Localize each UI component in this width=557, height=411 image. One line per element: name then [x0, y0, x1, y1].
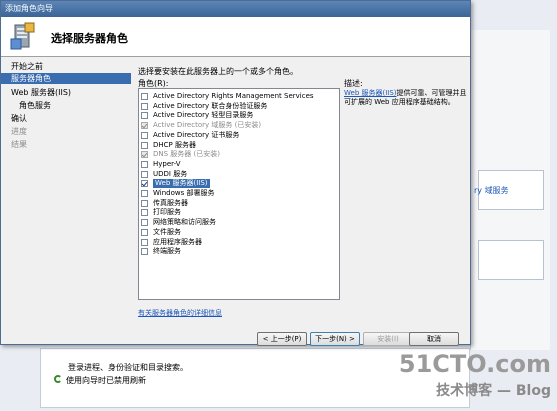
role-item[interactable]: Windows 部署服务 [141, 189, 214, 198]
refresh-icon [54, 375, 62, 383]
role-checkbox[interactable] [141, 248, 148, 256]
add-roles-wizard: 添加角色向导 选择服务器角色 开始之前 服务器角色 Web 服务器(IIS) 角色服务… [0, 0, 471, 346]
role-checkbox[interactable] [141, 180, 148, 188]
role-label: 打印服务 [153, 208, 181, 217]
wizard-header: 选择服务器角色 [1, 17, 470, 57]
nav-item-0[interactable]: 开始之前 [1, 61, 131, 72]
role-item[interactable]: Active Directory 域服务 (已安装) [141, 121, 261, 130]
instruction-text: 选择要安装在此服务器上的一个或多个角色。 [138, 67, 298, 76]
nav-item-5[interactable]: 进度 [1, 126, 131, 137]
role-checkbox [141, 151, 148, 159]
role-label: Active Directory 轻型目录服务 [153, 111, 254, 120]
role-checkbox[interactable] [141, 190, 148, 197]
role-label: Active Directory Rights Management Servi… [153, 92, 314, 100]
description-role-link[interactable]: Web 服务器(IIS) [344, 89, 397, 97]
role-label: DNS 服务器 (已安装) [153, 150, 220, 159]
role-checkbox[interactable] [141, 228, 148, 236]
description-title: 描述: [344, 79, 363, 88]
background-role-link[interactable]: ry 域服务 [474, 185, 509, 196]
install-button[interactable]: 安装(I) [363, 332, 413, 346]
nav-item-2[interactable]: Web 服务器(IIS) [1, 87, 131, 98]
role-label: Active Directory 联合身份验证服务 [153, 101, 268, 110]
role-label: 应用程序服务器 [153, 237, 202, 246]
role-label: 终端服务 [153, 247, 181, 256]
nav-item-6[interactable]: 结果 [1, 139, 131, 150]
role-label: 文件服务 [153, 227, 181, 236]
role-checkbox[interactable] [141, 219, 148, 227]
role-label: Hyper-V [153, 159, 181, 168]
role-checkbox[interactable] [141, 209, 148, 217]
role-label: Windows 部署服务 [153, 189, 215, 197]
screenshot: ry 域服务 登录进程、身份验证和目录搜索。 使用向导时已禁用刷新 51CTO.… [0, 0, 557, 411]
background-panel-box-2 [478, 240, 544, 280]
role-label: Active Directory 证书服务 [153, 130, 240, 139]
role-checkbox[interactable] [141, 141, 148, 149]
role-checkbox [141, 122, 148, 130]
role-item[interactable]: DNS 服务器 (已安装) [141, 150, 220, 159]
wizard-nav: 开始之前 服务器角色 Web 服务器(IIS) 角色服务确认进度结果 [1, 58, 131, 344]
role-label: UDDI 服务 [153, 169, 188, 178]
role-label: Web 服务器(IIS) [153, 179, 210, 189]
role-item[interactable]: 终端服务 [141, 247, 181, 256]
role-item[interactable]: 打印服务 [141, 208, 181, 217]
role-item[interactable]: Active Directory 轻型目录服务 [141, 111, 253, 120]
role-item[interactable]: 文件服务 [141, 228, 181, 237]
page-title: 选择服务器角色 [51, 32, 128, 45]
description-text: Web 服务器(IIS)提供可靠、可管理并且可扩展的 Web 应用程序基础结构。 [344, 89, 468, 107]
wizard-titlebar[interactable]: 添加角色向导 [1, 1, 470, 17]
nav-item-4[interactable]: 确认 [1, 113, 131, 124]
role-item[interactable]: Active Directory 联合身份验证服务 [141, 102, 267, 111]
server-roles-icon [10, 22, 35, 50]
roles-list[interactable]: Active Directory Rights Management Servi… [138, 88, 340, 300]
role-checkbox[interactable] [141, 93, 148, 100]
role-item[interactable]: Active Directory 证书服务 [141, 131, 239, 140]
role-label: 传真服务器 [153, 198, 188, 207]
role-checkbox[interactable] [141, 160, 148, 168]
background-description-text: 登录进程、身份验证和目录搜索。 [68, 363, 188, 372]
watermark-logo: 51CTO.com [398, 350, 551, 378]
role-item[interactable]: DHCP 服务器 [141, 141, 196, 150]
role-checkbox[interactable] [141, 102, 148, 110]
wizard-buttons: < 上一步(P) 下一步(N) > 安装(I) 取消 [1, 330, 470, 346]
role-item[interactable]: Active Directory Rights Management Servi… [141, 92, 314, 101]
role-item[interactable]: 应用程序服务器 [141, 238, 202, 247]
nav-item-1[interactable]: 服务器角色 [1, 73, 131, 84]
nav-item-3[interactable]: 角色服务 [1, 100, 131, 111]
wizard-content: 选择要安装在此服务器上的一个或多个角色。 角色(R): Active Direc… [132, 58, 470, 330]
role-checkbox[interactable] [141, 170, 148, 178]
role-checkbox[interactable] [141, 112, 148, 120]
next-button[interactable]: 下一步(N) > [310, 332, 360, 346]
role-checkbox[interactable] [141, 199, 148, 207]
role-item[interactable]: 传真服务器 [141, 199, 188, 208]
refresh-disabled-text: 使用向导时已禁用刷新 [66, 376, 146, 385]
role-item[interactable]: UDDI 服务 [141, 170, 187, 179]
role-item[interactable]: Hyper-V [141, 160, 181, 169]
back-button[interactable]: < 上一步(P) [257, 332, 307, 346]
role-label: DHCP 服务器 [153, 140, 196, 149]
role-label: Active Directory 域服务 (已安装) [153, 121, 262, 130]
role-item[interactable]: Web 服务器(IIS) [141, 179, 210, 189]
role-checkbox[interactable] [141, 238, 148, 246]
role-checkbox[interactable] [141, 131, 148, 139]
role-item[interactable]: 网络策略和访问服务 [141, 218, 216, 227]
cancel-button[interactable]: 取消 [409, 332, 459, 346]
more-info-link[interactable]: 有关服务器角色的详细信息 [138, 308, 222, 318]
watermark-subtitle: 技术博客 — Blog [436, 383, 551, 399]
role-label: 网络策略和访问服务 [153, 218, 216, 227]
